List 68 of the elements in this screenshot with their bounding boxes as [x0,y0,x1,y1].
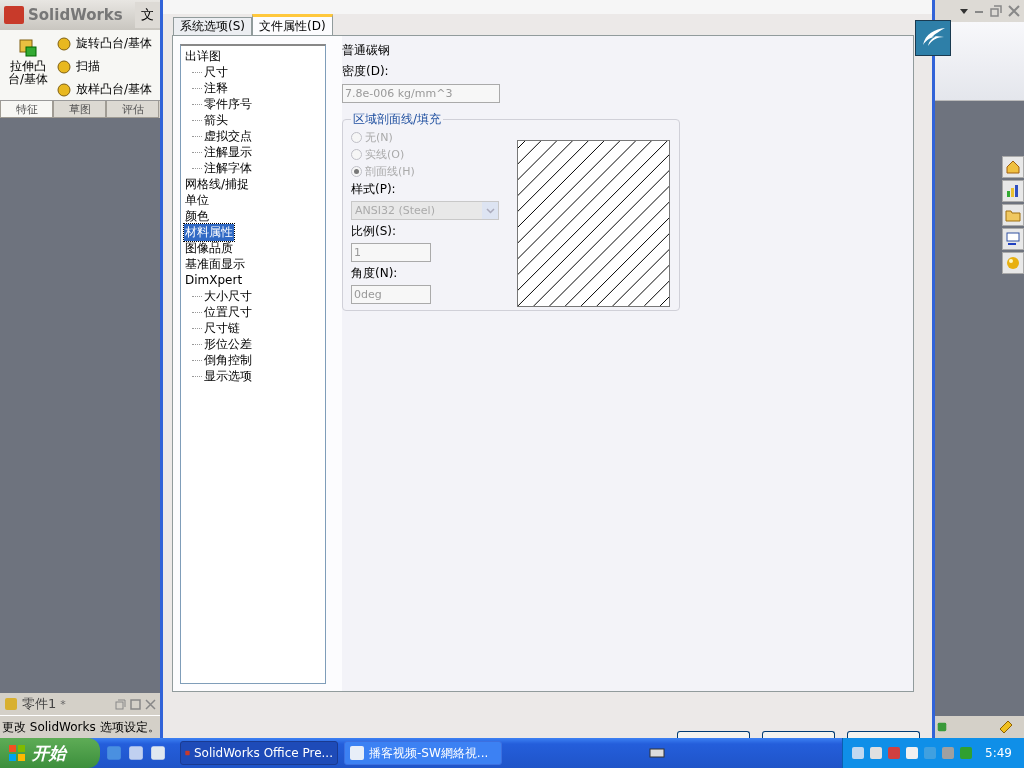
tree-item[interactable]: DimXpert [184,273,244,287]
taskbar-button[interactable]: SolidWorks Office Pre... [180,741,338,765]
tree-item[interactable]: 倒角控制 [203,351,253,369]
window-icon [349,745,365,761]
modified-mark: * [60,697,66,711]
tag-icon [998,719,1014,735]
close-icon[interactable] [145,698,156,710]
feature-icon [56,58,72,75]
status-text: 更改 SolidWorks 选项设定。 [0,715,160,738]
feature-icon [56,81,72,98]
field-label: 密度(D): [342,63,390,80]
feature-button[interactable]: 旋转凸台/基体 [56,34,153,53]
windows-logo-icon [8,744,26,762]
caret-icon [485,207,495,214]
tree-item[interactable]: 注释 [203,79,229,97]
dialog-button[interactable] [677,731,750,738]
tree-item[interactable]: 虚拟交点 [203,127,253,145]
dialog-button[interactable] [847,731,920,738]
command-tab[interactable]: 特征 [0,101,53,118]
tree-item[interactable]: 颜色 [184,207,210,225]
tree-item[interactable]: 图像品质 [184,239,234,257]
dialog-tab[interactable]: 系统选项(S) [173,17,252,35]
feature-button[interactable]: 扫描 [56,57,153,76]
part-icon [4,697,18,711]
group-title: 区域剖面线/填充 [352,111,443,128]
home-icon[interactable] [1002,156,1024,178]
dialog-tab[interactable]: 文件属性(D) [252,14,333,35]
tree-item[interactable]: 单位 [184,191,210,209]
field-label: 比例(S): [351,223,398,240]
tree-item[interactable]: 注解显示 [203,143,253,161]
tree-item[interactable]: 大小尺寸 [203,287,253,305]
maximize-icon[interactable] [130,698,141,710]
close-icon[interactable] [1008,5,1020,17]
tree-item[interactable]: 尺寸 [203,63,229,81]
extrude-icon [18,38,38,58]
view-palette-icon[interactable] [1002,228,1024,250]
tree-item[interactable]: 材料属性 [184,223,234,241]
extrude-button[interactable]: 拉伸凸台/基体 [4,34,52,100]
taskbar-button[interactable]: 播客视频-SW網絡視... [344,741,502,765]
dropdown-icon[interactable] [960,8,968,14]
tree-item[interactable]: 出详图 [184,47,222,65]
command-tab[interactable]: 评估 [106,101,159,118]
status-icon [937,722,947,732]
tree-item[interactable]: 网格线/捕捉 [184,175,251,193]
tree-item[interactable]: 箭头 [203,111,229,129]
restore-icon[interactable] [115,698,126,710]
command-tab[interactable]: 草图 [53,101,106,118]
feature-icon [56,35,72,52]
field-label: 角度(N): [351,265,399,282]
tree-item[interactable]: 显示选项 [203,367,253,385]
app-title: SolidWorks [28,6,123,24]
app-logo-icon [4,6,24,24]
restore-icon[interactable] [990,5,1002,17]
tree-item[interactable]: 位置尺寸 [203,303,253,321]
dialog-button[interactable] [762,731,835,738]
chart-icon[interactable] [1002,180,1024,202]
keyboard-icon[interactable] [649,747,665,759]
field-label: 样式(P): [351,181,397,198]
clock: 5:49 [985,746,1012,760]
material-name: 普通碳钢 [342,42,391,59]
menu-item[interactable]: 文 [135,2,160,28]
feature-button[interactable]: 放样凸台/基体 [56,80,153,99]
document-title: 零件1 [22,695,57,713]
tree-item[interactable]: 零件序号 [203,95,253,113]
tree-item[interactable]: 基准面显示 [184,255,246,273]
tree-item[interactable]: 注解字体 [203,159,253,177]
tree-item[interactable]: 尺寸链 [203,319,241,337]
tree-item[interactable]: 形位公差 [203,335,253,353]
